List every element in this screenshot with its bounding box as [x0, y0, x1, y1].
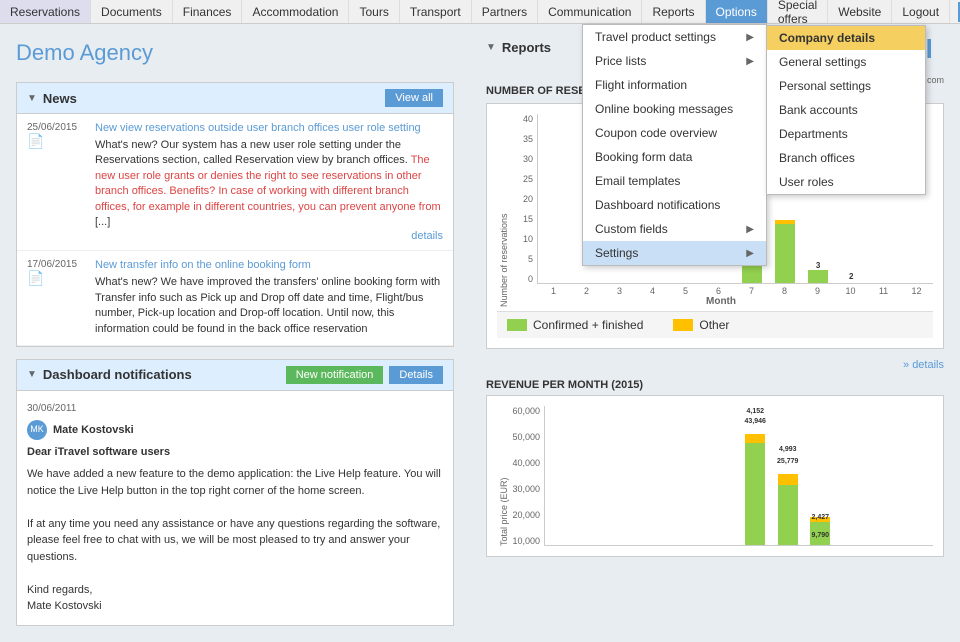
menu-settings[interactable]: Settings ▶ [583, 241, 766, 265]
notifications-section: ▼ Dashboard notifications New notificati… [16, 359, 454, 626]
arrow-icon: ▶ [746, 248, 754, 259]
submenu-bank-accounts[interactable]: Bank accounts [767, 98, 925, 122]
news-list: 25/06/2015 📄 New view reservations outsi… [17, 114, 453, 346]
nav-accommodation[interactable]: Accommodation [242, 0, 349, 23]
options-dropdown: Travel product settings ▶ Price lists ▶ … [582, 24, 767, 266]
notification-subject: Dear iTravel software users [27, 444, 443, 461]
menu-coupon-code[interactable]: Coupon code overview [583, 121, 766, 145]
triangle-icon: ▼ [486, 42, 496, 53]
triangle-icon: ▼ [27, 369, 37, 380]
revenue-chart: Total price (EUR) 60,000 50,000 40,000 3… [486, 395, 944, 557]
new-notification-button[interactable]: New notification [286, 366, 384, 384]
notification-sender: Mate Kostovski [53, 422, 134, 439]
nav-partners[interactable]: Partners [472, 0, 538, 23]
nav-logout[interactable]: Logout [892, 0, 950, 23]
nav-communication[interactable]: Communication [538, 0, 642, 23]
agency-title: Demo Agency [16, 40, 454, 66]
nav-website[interactable]: Website [828, 0, 892, 23]
reports-title: Reports [502, 40, 551, 55]
rev-bars-container: 4,152 43,946 4,993 25,779 [544, 406, 933, 546]
list-item: 17/06/2015 📄 New transfer info on the on… [17, 251, 453, 346]
arrow-icon: ▶ [746, 56, 754, 67]
notification-text-3: Kind regards,Mate Kostovski [27, 582, 443, 615]
submenu-departments[interactable]: Departments [767, 122, 925, 146]
menu-booking-form[interactable]: Booking form data [583, 145, 766, 169]
news-date: 17/06/2015 [27, 259, 87, 270]
arrow-icon: ▶ [746, 224, 754, 235]
notifications-header: ▼ Dashboard notifications New notificati… [17, 360, 453, 391]
legend-color-confirmed [507, 319, 527, 331]
chart-legend: Confirmed + finished Other [497, 311, 933, 338]
menu-price-lists[interactable]: Price lists ▶ [583, 49, 766, 73]
left-panel: Demo Agency ▼ News View all 25/06/2015 📄 [0, 24, 470, 642]
submenu-personal-settings[interactable]: Personal settings [767, 74, 925, 98]
menu-online-booking[interactable]: Online booking messages [583, 97, 766, 121]
settings-submenu: Company details General settings Persona… [766, 25, 926, 195]
news-title: News [43, 91, 77, 106]
rev-y-axis-label: Total price (EUR) [497, 406, 509, 546]
news-text: What's new? Our system has a new user ro… [95, 138, 443, 230]
news-link[interactable]: New view reservations outside user branc… [95, 122, 443, 134]
avatar: MK [27, 420, 47, 440]
y-axis-label: Number of reservations [497, 114, 509, 307]
nav-items: Reservations Documents Finances Accommod… [0, 0, 950, 23]
news-text: What's new? We have improved the transfe… [95, 275, 443, 337]
notification-date: 30/06/2011 [27, 401, 443, 416]
revenue-header: REVENUE PER MONTH (2015) [486, 379, 944, 391]
list-item: 25/06/2015 📄 New view reservations outsi… [17, 114, 453, 251]
nav-documents[interactable]: Documents [91, 0, 173, 23]
notifications-body: 30/06/2011 MK Mate Kostovski Dear iTrave… [17, 391, 453, 625]
news-header: ▼ News View all [17, 83, 453, 114]
notification-text: We have added a new feature to the demo … [27, 466, 443, 499]
bar-group: 2,427 9,790 [805, 406, 836, 545]
y-axis: 40 35 30 25 20 15 10 5 0 [509, 114, 537, 284]
x-axis: 1 2 3 4 5 6 7 8 9 10 11 12 [509, 286, 933, 296]
news-section: ▼ News View all 25/06/2015 📄 New view re… [16, 82, 454, 347]
news-link[interactable]: New transfer info on the online booking … [95, 259, 443, 271]
nav-options[interactable]: Options [706, 0, 768, 23]
submenu-general-settings[interactable]: General settings [767, 50, 925, 74]
bar-group: 4,152 43,946 [740, 406, 771, 545]
menu-dashboard-notifications[interactable]: Dashboard notifications [583, 193, 766, 217]
legend-label-confirmed: Confirmed + finished [533, 318, 643, 332]
menu-travel-product-settings[interactable]: Travel product settings ▶ [583, 25, 766, 49]
nav-reservations[interactable]: Reservations [0, 0, 91, 23]
news-date: 25/06/2015 [27, 122, 87, 133]
notifications-details-button[interactable]: Details [389, 366, 443, 384]
bar-group [538, 114, 569, 283]
rev-y-axis: 60,000 50,000 40,000 30,000 20,000 10,00… [509, 406, 544, 546]
menu-custom-fields[interactable]: Custom fields ▶ [583, 217, 766, 241]
details-link[interactable]: » details [903, 359, 944, 371]
news-icon: 📄 [27, 133, 87, 150]
menu-flight-information[interactable]: Flight information [583, 73, 766, 97]
nav-tours[interactable]: Tours [349, 0, 399, 23]
news-details-link[interactable]: details [95, 230, 443, 242]
nav-special-offers[interactable]: Special offers [768, 0, 828, 23]
nav-reports[interactable]: Reports [642, 0, 705, 23]
submenu-branch-offices[interactable]: Branch offices [767, 146, 925, 170]
nav-right: ▣ Dashboard Manual [950, 0, 960, 23]
arrow-icon: ▶ [746, 32, 754, 43]
x-axis-label: Month [509, 296, 933, 307]
view-all-button[interactable]: View all [385, 89, 443, 107]
legend-label-other: Other [699, 318, 729, 332]
submenu-company-details[interactable]: Company details [767, 26, 925, 50]
submenu-user-roles[interactable]: User roles [767, 170, 925, 194]
menu-email-templates[interactable]: Email templates [583, 169, 766, 193]
top-navigation: Reservations Documents Finances Accommod… [0, 0, 960, 24]
notifications-title: Dashboard notifications [43, 367, 192, 382]
notification-text-2: If at any time you need any assistance o… [27, 516, 443, 566]
nav-finances[interactable]: Finances [173, 0, 243, 23]
triangle-icon: ▼ [27, 93, 37, 104]
legend-color-other [673, 319, 693, 331]
news-icon: 📄 [27, 270, 87, 287]
bar-group: 4,993 25,779 [773, 406, 804, 545]
nav-transport[interactable]: Transport [400, 0, 472, 23]
detail-link: » details [486, 359, 944, 371]
